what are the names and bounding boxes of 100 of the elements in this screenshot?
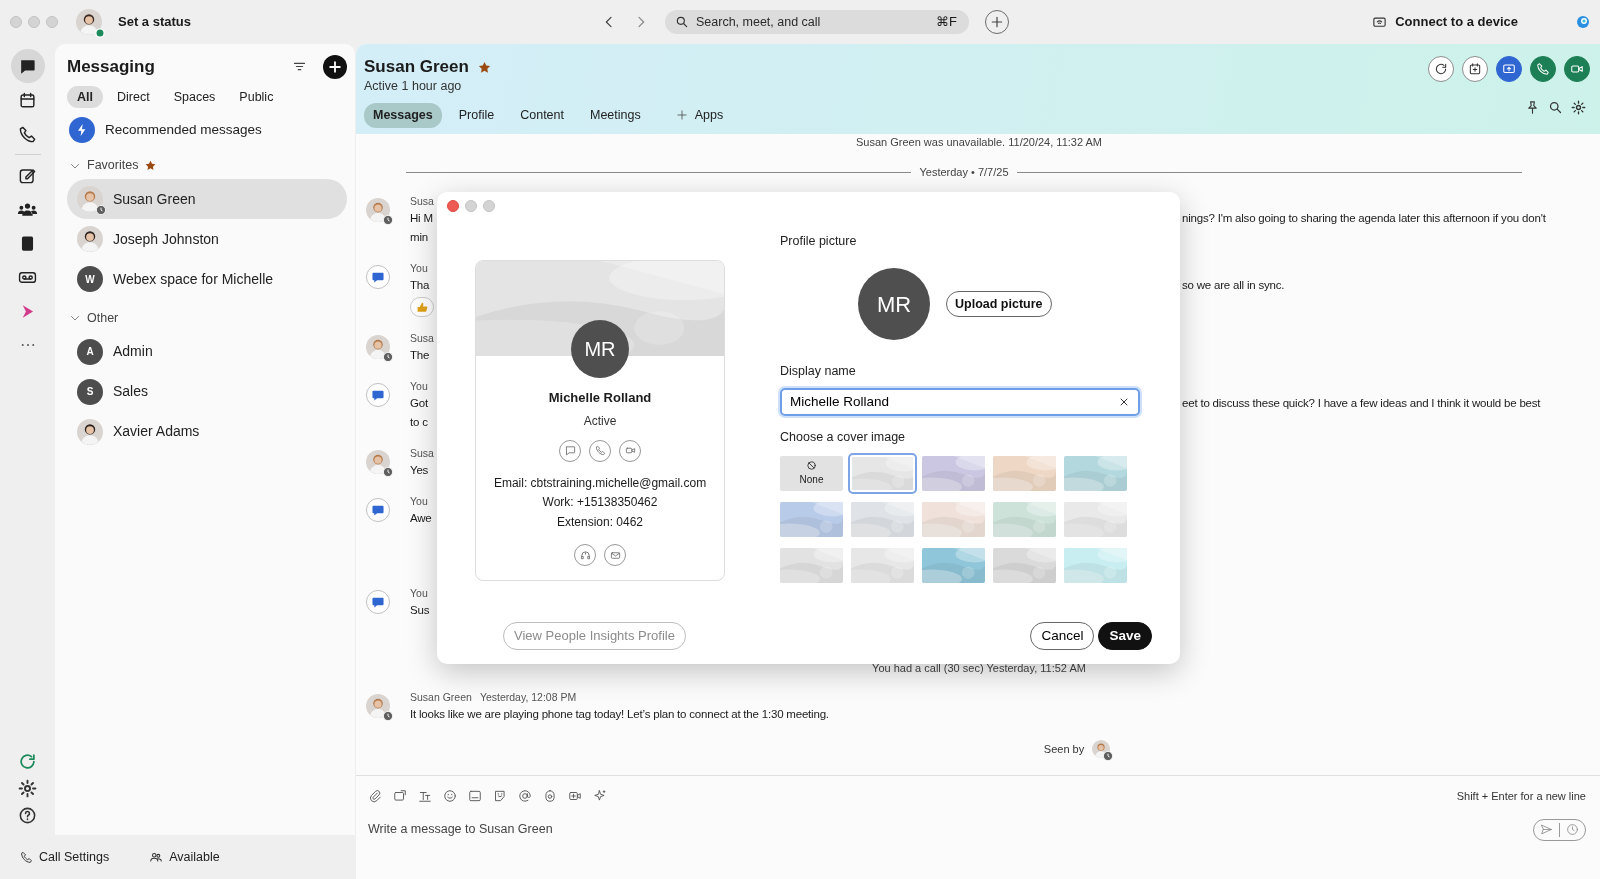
message-text: Yes xyxy=(410,464,429,476)
send-icon[interactable] xyxy=(1540,823,1553,836)
tab[interactable]: Apps xyxy=(665,103,733,128)
contact-name: Susan Green xyxy=(364,56,469,78)
group-header[interactable]: Favorites xyxy=(69,152,347,179)
display-name-input[interactable]: Michelle Rolland xyxy=(790,391,1112,413)
message-text: Hi M xyxy=(410,212,433,224)
sparkle-icon[interactable] xyxy=(593,789,607,804)
messaging-button[interactable] xyxy=(10,49,45,83)
sender-name: You xyxy=(410,261,428,276)
call-button[interactable] xyxy=(1530,56,1556,82)
filter-tab[interactable]: All xyxy=(67,85,103,109)
conversation-item[interactable]: A Admin xyxy=(67,331,347,372)
new-message-button[interactable] xyxy=(323,54,347,79)
close-button[interactable] xyxy=(447,200,459,212)
sender-name: Susa xyxy=(410,446,434,461)
message-input[interactable]: Write a message to Susan Green xyxy=(368,820,1268,839)
filter-tab[interactable]: Spaces xyxy=(163,85,226,109)
loop-icon[interactable] xyxy=(543,789,557,804)
connect-link[interactable]: Connect to a device xyxy=(1395,12,1518,32)
clear-icon[interactable] xyxy=(1118,396,1130,408)
sticker-icon[interactable] xyxy=(493,789,507,804)
plus-icon xyxy=(989,14,1005,30)
message-text: Awe xyxy=(410,512,432,524)
calendar-button[interactable] xyxy=(1462,56,1488,82)
message-text: Tha xyxy=(410,279,430,291)
email-button[interactable] xyxy=(604,544,626,566)
availability-button[interactable]: Available xyxy=(149,847,220,867)
search-field[interactable]: Search, meet, and call ⌘F xyxy=(665,10,969,34)
settings-icon[interactable] xyxy=(1571,100,1586,115)
call-settings-button[interactable]: Call Settings xyxy=(20,847,110,867)
share-screen-button[interactable] xyxy=(1496,56,1522,82)
recommended-item[interactable]: Recommended messages xyxy=(67,114,347,147)
cast-icon[interactable] xyxy=(1372,14,1388,30)
display-name-field[interactable]: Michelle Rolland xyxy=(780,388,1140,416)
tab[interactable]: Messages xyxy=(364,103,442,128)
settings-icon[interactable] xyxy=(18,779,37,798)
app-logo-icon[interactable] xyxy=(1576,15,1590,29)
sender-name: Susa xyxy=(410,194,434,209)
tab[interactable]: Meetings xyxy=(581,103,650,128)
search-input[interactable]: Search, meet, and call xyxy=(696,12,930,32)
shortcut-hint: ⌘F xyxy=(936,13,957,32)
sender-name: You xyxy=(410,586,428,601)
message-text: nings? I'm also going to sharing the agenda later this afternoon if you don't xyxy=(1182,211,1546,226)
star-icon[interactable] xyxy=(476,59,492,75)
screen-capture-icon[interactable] xyxy=(393,789,407,804)
insights-button[interactable]: View People Insights Profile xyxy=(503,622,686,650)
message-button[interactable] xyxy=(559,439,581,462)
group-header[interactable]: Other xyxy=(69,305,347,332)
text-format-icon[interactable] xyxy=(418,789,432,804)
refresh-icon[interactable] xyxy=(18,752,37,771)
video-call-button[interactable] xyxy=(1564,56,1590,82)
conversation-item[interactable]: Susan Green xyxy=(67,179,347,219)
reaction-chip[interactable] xyxy=(410,297,434,317)
save-button[interactable]: Save xyxy=(1098,621,1152,650)
pin-icon[interactable] xyxy=(1525,100,1540,115)
refresh-button[interactable] xyxy=(1428,56,1454,82)
help-icon[interactable] xyxy=(18,806,37,825)
gif-icon[interactable] xyxy=(468,789,482,804)
tab[interactable]: Profile xyxy=(449,103,504,128)
mention-icon[interactable] xyxy=(518,789,532,804)
avatar: MR xyxy=(858,268,930,340)
avatar: A xyxy=(77,338,103,365)
cancel-button[interactable]: Cancel xyxy=(1030,621,1095,650)
sender-name: You xyxy=(410,379,428,394)
calplus-icon xyxy=(1468,62,1482,76)
upload-button[interactable]: Upload picture xyxy=(946,290,1052,318)
conversation-item[interactable]: Xavier Adams xyxy=(67,411,347,452)
contact-detail: Extension: 0462 xyxy=(556,513,644,531)
ban-icon xyxy=(806,460,817,471)
sender-name: You xyxy=(410,494,428,509)
calendar-icon xyxy=(18,90,37,110)
sender-name: Susan Green xyxy=(410,690,472,705)
date-divider: Yesterday • 7/7/25 xyxy=(918,165,1010,180)
phone-icon xyxy=(18,124,37,144)
refresh-icon xyxy=(1434,62,1448,76)
call-button[interactable] xyxy=(589,439,611,462)
conversation-item[interactable]: W Webex space for Michelle xyxy=(67,259,347,299)
panel-title: Messaging xyxy=(67,56,155,78)
search-icon[interactable] xyxy=(1548,100,1563,115)
contact-detail: Work: +15138350462 xyxy=(542,494,658,511)
people-icon xyxy=(149,850,164,864)
conversation-item[interactable]: S Sales xyxy=(67,371,347,412)
filter-tab[interactable]: Direct xyxy=(107,85,160,109)
profile-status: Active xyxy=(583,412,617,430)
filter-tab[interactable]: Public xyxy=(229,85,284,109)
conversation-item[interactable]: Joseph Johnston xyxy=(67,219,347,259)
video-call-button[interactable] xyxy=(619,439,641,462)
headset-icon xyxy=(579,549,591,561)
field-label: Choose a cover image xyxy=(780,429,907,446)
support-button[interactable] xyxy=(574,544,596,566)
attach-icon[interactable] xyxy=(368,789,382,804)
emoji-icon[interactable] xyxy=(443,789,457,804)
tab[interactable]: Content xyxy=(511,103,573,128)
message-text: Got xyxy=(410,397,428,409)
cover-option[interactable]: None xyxy=(780,456,843,491)
message-text: eet to discuss these quick? I have a few ideas and I think it would be best xyxy=(1182,396,1541,411)
field-label: Profile picture xyxy=(780,233,858,250)
chat-icon xyxy=(564,445,576,456)
status-prompt[interactable]: Set a status xyxy=(118,12,191,32)
